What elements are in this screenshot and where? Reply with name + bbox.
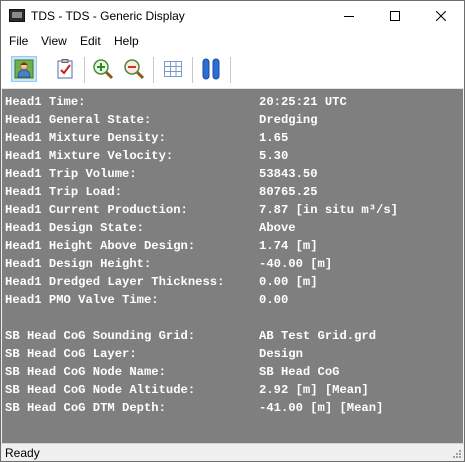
zoom-out-button[interactable] <box>121 56 147 82</box>
row-label: SB Head CoG Layer: <box>5 347 137 361</box>
row-label: SB Head CoG Sounding Grid: <box>5 329 196 343</box>
row-label: Head1 Height Above Design: <box>5 239 196 253</box>
row-label: Head1 Trip Volume: <box>5 167 137 181</box>
row-value: Design <box>259 347 303 361</box>
status-bar: Ready <box>1 443 464 461</box>
row-value: 2.92 [m] [Mean] <box>259 383 369 397</box>
monitor-app-icon <box>9 9 25 22</box>
maximize-button[interactable] <box>372 1 418 31</box>
toolbar-separator <box>192 57 193 83</box>
close-button[interactable] <box>418 1 464 31</box>
row-value: 0.00 <box>259 293 289 307</box>
row-value: SB Head CoG <box>259 365 340 379</box>
generic-display-panel: Head1 Time: 20:25:21 UTC Head1 General Sta… <box>2 89 463 443</box>
row-value: -40.00 [m] <box>259 257 333 271</box>
zoom-out-icon <box>124 59 145 80</box>
row-value: 80765.25 <box>259 185 318 199</box>
resize-grip-icon[interactable] <box>452 449 462 459</box>
user-profile-icon <box>14 59 34 79</box>
row-value: -41.00 [m] [Mean] <box>259 401 384 415</box>
row-value: 0.00 [m] <box>259 275 318 289</box>
checklist-button[interactable] <box>52 56 78 82</box>
row-value: 1.74 [m] <box>259 239 318 253</box>
row-label: Head1 Trip Load: <box>5 185 123 199</box>
row-value: AB Test Grid.grd <box>259 329 377 343</box>
pause-icon <box>202 58 220 80</box>
toolbar <box>1 52 464 89</box>
row-label: SB Head CoG Node Altitude: <box>5 383 196 397</box>
grid-icon <box>164 61 182 77</box>
row-label: Head1 Design Height: <box>5 257 152 271</box>
row-value: 7.87 [in situ m³/s] <box>259 203 398 217</box>
window-title: TDS - TDS - Generic Display <box>31 9 185 23</box>
row-value: Dredging <box>259 113 318 127</box>
title-bar[interactable]: TDS - TDS - Generic Display <box>1 1 464 31</box>
row-label: Head1 General State: <box>5 113 152 127</box>
app-window: TDS - TDS - Generic Display File View Ed… <box>0 0 465 462</box>
menu-bar: File View Edit Help <box>1 31 464 52</box>
status-text: Ready <box>5 446 40 460</box>
row-label: Head1 Time: <box>5 95 86 109</box>
menu-edit[interactable]: Edit <box>80 34 101 48</box>
row-value: 5.30 <box>259 149 289 163</box>
menu-file[interactable]: File <box>9 34 28 48</box>
toolbar-separator <box>230 57 231 83</box>
user-profile-button[interactable] <box>11 56 37 82</box>
zoom-in-button[interactable] <box>90 56 116 82</box>
maximize-icon <box>390 11 400 21</box>
toolbar-separator <box>153 57 154 83</box>
row-value: 20:25:21 UTC <box>259 95 347 109</box>
row-label: SB Head CoG DTM Depth: <box>5 401 166 415</box>
row-label: Head1 Mixture Velocity: <box>5 149 174 163</box>
checklist-icon <box>57 59 73 79</box>
minimize-button[interactable] <box>326 1 372 31</box>
toolbar-separator <box>84 57 85 83</box>
close-icon <box>436 11 446 21</box>
row-value: 53843.50 <box>259 167 318 181</box>
row-label: Head1 Dredged Layer Thickness: <box>5 275 225 289</box>
row-label: Head1 PMO Valve Time: <box>5 293 159 307</box>
pause-button[interactable] <box>198 56 224 82</box>
grid-button[interactable] <box>160 56 186 82</box>
row-value: Above <box>259 221 296 235</box>
minimize-icon <box>344 16 354 17</box>
row-label: Head1 Design State: <box>5 221 144 235</box>
row-label: Head1 Mixture Density: <box>5 131 166 145</box>
menu-view[interactable]: View <box>41 34 67 48</box>
zoom-in-icon <box>93 59 114 80</box>
row-label: Head1 Current Production: <box>5 203 188 217</box>
row-label: SB Head CoG Node Name: <box>5 365 166 379</box>
menu-help[interactable]: Help <box>114 34 139 48</box>
row-value: 1.65 <box>259 131 289 145</box>
